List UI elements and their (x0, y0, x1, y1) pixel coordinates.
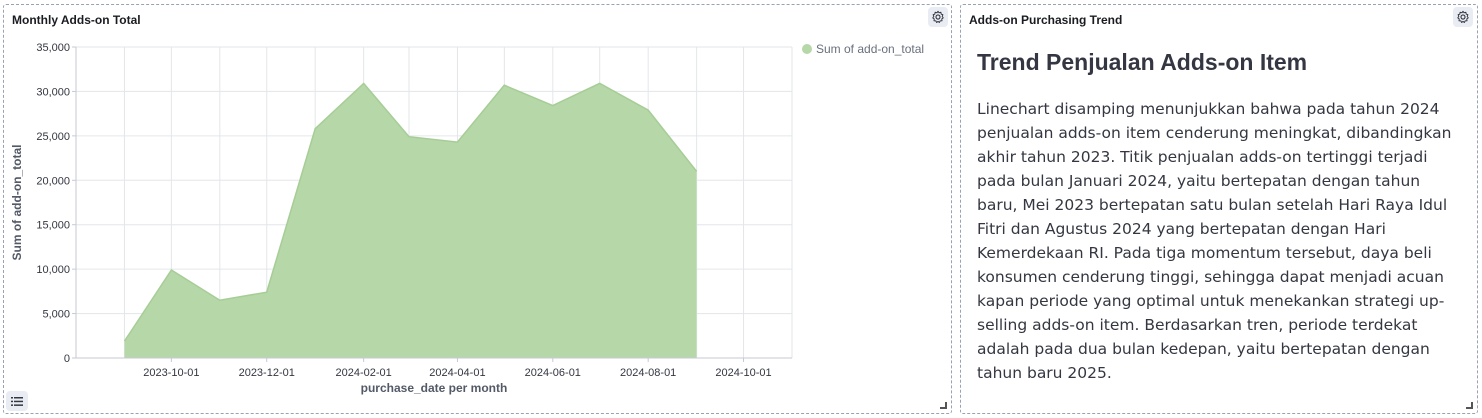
markdown-heading: Trend Penjualan Adds-on Item (977, 49, 1308, 75)
y-axis-title: Sum of add-on_total (10, 145, 24, 261)
x-tick-label: 2024-10-01 (715, 367, 771, 379)
x-tick-label: 2024-04-01 (429, 367, 485, 379)
y-tick-label: 25,000 (36, 131, 70, 143)
x-tick-label: 2024-08-01 (620, 367, 676, 379)
y-tick-label: 35,000 (36, 42, 70, 54)
x-tick-label: 2023-12-01 (239, 367, 295, 379)
resize-handle-icon[interactable] (1466, 402, 1473, 409)
x-tick-label: 2024-02-01 (336, 367, 392, 379)
legend-label: Sum of add-on_total (816, 42, 924, 56)
y-tick-label: 30,000 (36, 86, 70, 98)
resize-handle-icon[interactable] (940, 402, 947, 409)
y-tick-label: 10,000 (36, 264, 70, 276)
chart-panel: Monthly Adds-on Total 0 5,000 10,000 15,000… (3, 4, 952, 414)
y-tick-label: 15,000 (36, 220, 70, 232)
y-tick-label: 20,000 (36, 175, 70, 187)
text-panel-settings-button[interactable] (1453, 7, 1473, 27)
markdown-paragraph: Linechart disamping menunjukkan bahwa pa… (977, 100, 1452, 382)
y-tick-label: 5,000 (42, 309, 70, 321)
area-chart: 0 5,000 10,000 15,000 20,000 25,000 30,000 35,0… (10, 42, 924, 395)
x-tick-label: 2024-06-01 (525, 367, 581, 379)
gear-icon (1457, 10, 1469, 23)
x-tick-label: 2023-10-01 (143, 367, 199, 379)
area-series-fill (124, 83, 697, 359)
list-icon (11, 396, 23, 406)
legend-swatch (802, 44, 812, 54)
text-panel: Adds-on Purchasing Trend Trend Penjualan… (960, 4, 1478, 414)
text-panel-title: Adds-on Purchasing Trend (969, 13, 1123, 27)
x-axis-title: purchase_date per month (361, 381, 508, 395)
legend-toggle-button[interactable] (6, 391, 28, 411)
y-tick-label: 0 (64, 353, 70, 365)
